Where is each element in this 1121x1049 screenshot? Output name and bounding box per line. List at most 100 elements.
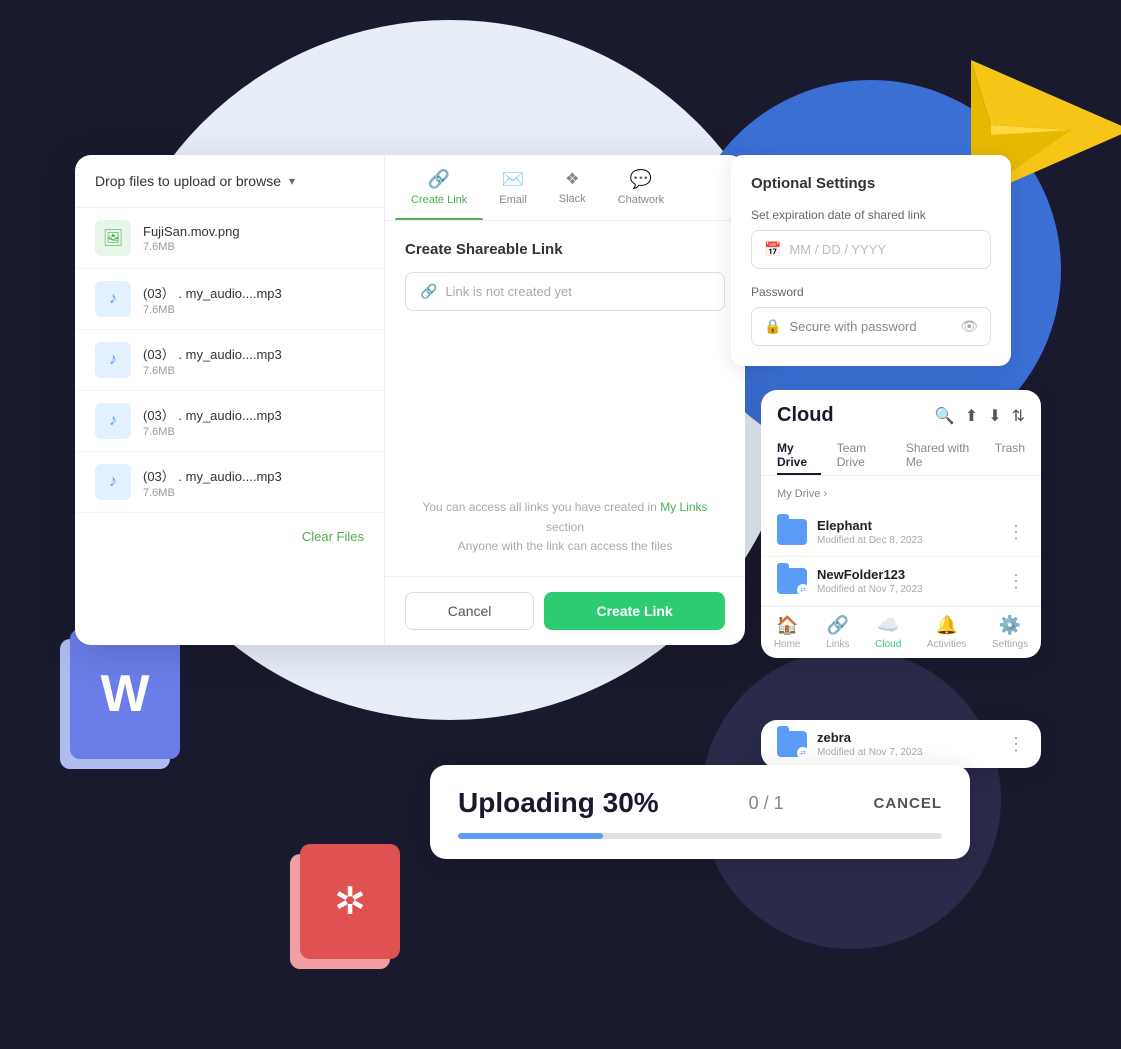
cloud-icon: ☁️ [877, 615, 899, 636]
share-badge-zebra: ⇄ [797, 747, 809, 759]
file-name-1: (03） . my_audio....mp3 [143, 283, 364, 302]
more-icon-zebra[interactable]: ⋮ [1007, 734, 1025, 755]
file-list-panel: Drop files to upload or browse ▾ 🖼 FujiS… [75, 155, 385, 645]
nav-home[interactable]: 🏠 Home [774, 615, 801, 650]
folder-item-zebra[interactable]: ⇄ zebra Modified at Nov 7, 2023 ⋮ [777, 730, 1025, 758]
file-icon-png: 🖼 [95, 220, 131, 256]
folder-item-newfolder[interactable]: ⇄ NewFolder123 Modified at Nov 7, 2023 ⋮ [761, 557, 1041, 606]
cloud-tab-team-drive[interactable]: Team Drive [837, 435, 890, 475]
file-item-3[interactable]: ♪ (03） . my_audio....mp3 7.6MB [75, 391, 384, 452]
lock-icon: 🔒 [764, 318, 781, 335]
file-icon-mp3-3: ♪ [95, 403, 131, 439]
file-info-0: FujiSan.mov.png 7.6MB [143, 224, 364, 253]
file-info-1: (03） . my_audio....mp3 7.6MB [143, 283, 364, 316]
trash-label: Trash [995, 441, 1025, 455]
my-links-link[interactable]: My Links [660, 500, 707, 514]
folder-icon-zebra: ⇄ [777, 731, 807, 757]
settings-icon: ⚙️ [999, 615, 1021, 636]
tab-slack-label: Slack [559, 193, 586, 205]
download-icon[interactable]: ⬇ [988, 406, 1001, 426]
slack-icon: ❖ [565, 169, 579, 189]
file-name-2: (03） . my_audio....mp3 [143, 344, 364, 363]
file-name-4: (03） . my_audio....mp3 [143, 466, 364, 485]
share-panel: 🔗 Create Link ✉️ Email ❖ Slack 💬 Chatwor… [385, 155, 745, 645]
activities-icon: 🔔 [935, 615, 957, 636]
clear-files-button[interactable]: Clear Files [302, 529, 364, 544]
file-info-3: (03） . my_audio....mp3 7.6MB [143, 405, 364, 438]
tab-chatwork-label: Chatwork [618, 194, 664, 206]
sort-icon[interactable]: ⇅ [1012, 406, 1025, 426]
file-item-0[interactable]: 🖼 FujiSan.mov.png 7.6MB [75, 208, 384, 269]
tab-create-link-label: Create Link [411, 194, 467, 206]
nav-home-label: Home [774, 639, 801, 650]
create-link-button[interactable]: Create Link [544, 592, 725, 630]
tab-slack[interactable]: ❖ Slack [543, 155, 602, 220]
file-size-2: 7.6MB [143, 365, 364, 377]
nav-links-label: Links [826, 639, 849, 650]
cloud-tab-trash[interactable]: Trash [995, 435, 1025, 475]
folder-date-elephant: Modified at Dec 8, 2023 [817, 535, 997, 546]
tab-create-link[interactable]: 🔗 Create Link [395, 155, 483, 220]
tab-email-label: Email [499, 194, 527, 206]
folder-name-elephant: Elephant [817, 518, 997, 533]
eye-icon[interactable]: 👁 [960, 318, 978, 335]
more-icon-newfolder[interactable]: ⋮ [1007, 571, 1025, 592]
nav-cloud[interactable]: ☁️ Cloud [875, 615, 901, 650]
optional-settings-panel: Optional Settings Set expiration date of… [731, 155, 1011, 366]
folder-info-elephant: Elephant Modified at Dec 8, 2023 [817, 518, 997, 546]
upload-cancel-button[interactable]: CANCEL [873, 795, 942, 812]
password-input[interactable]: 🔒 Secure with password 👁 [751, 307, 991, 346]
file-item-1[interactable]: ♪ (03） . my_audio....mp3 7.6MB [75, 269, 384, 330]
progress-bar [458, 833, 942, 839]
more-icon-elephant[interactable]: ⋮ [1007, 522, 1025, 543]
upload-percentage: Uploading 30% [458, 787, 659, 819]
info-line3: Anyone with the link can access the file… [458, 539, 673, 553]
nav-settings-label: Settings [992, 639, 1028, 650]
nav-activities[interactable]: 🔔 Activities [927, 615, 966, 650]
info-text: You can access all links you have create… [405, 498, 725, 556]
upload-count: 0 / 1 [749, 793, 784, 814]
password-label: Password [751, 285, 991, 299]
chevron-down-icon: ▾ [289, 174, 295, 188]
home-icon: 🏠 [776, 615, 798, 636]
nav-settings[interactable]: ⚙️ Settings [992, 615, 1028, 650]
cloud-tab-shared[interactable]: Shared with Me [906, 435, 979, 475]
email-icon: ✉️ [502, 169, 524, 190]
file-item-2[interactable]: ♪ (03） . my_audio....mp3 7.6MB [75, 330, 384, 391]
file-icon-mp3-2: ♪ [95, 342, 131, 378]
upload-icon[interactable]: ⬆ [965, 406, 978, 426]
folder-item-elephant[interactable]: Elephant Modified at Dec 8, 2023 ⋮ [761, 508, 1041, 557]
folder-icon-newfolder: ⇄ [777, 568, 807, 594]
upload-progress-panel: Uploading 30% 0 / 1 CANCEL [430, 765, 970, 859]
date-input[interactable]: 📅 MM / DD / YYYY [751, 230, 991, 269]
search-icon[interactable]: 🔍 [935, 406, 955, 426]
section-text: section [546, 520, 584, 534]
link-input-box[interactable]: 🔗 Link is not created yet [405, 272, 725, 311]
cloud-tab-my-drive[interactable]: My Drive [777, 435, 821, 475]
cloud-header: Cloud 🔍 ⬆ ⬇ ⇅ [761, 390, 1041, 435]
settings-title: Optional Settings [751, 175, 991, 192]
tab-chatwork[interactable]: 💬 Chatwork [602, 155, 680, 220]
cloud-panel-bottom: ⇄ zebra Modified at Nov 7, 2023 ⋮ [761, 720, 1041, 768]
file-name-0: FujiSan.mov.png [143, 224, 364, 239]
cancel-button[interactable]: Cancel [405, 592, 534, 630]
progress-bar-fill [458, 833, 603, 839]
tab-email[interactable]: ✉️ Email [483, 155, 543, 220]
pdf-doc-decoration: ✲ [300, 844, 400, 959]
file-info-4: (03） . my_audio....mp3 7.6MB [143, 466, 364, 499]
share-tabs: 🔗 Create Link ✉️ Email ❖ Slack 💬 Chatwor… [385, 155, 745, 221]
my-drive-label: My Drive [777, 441, 807, 469]
link-icon: 🔗 [428, 169, 450, 190]
expiration-label: Set expiration date of shared link [751, 208, 991, 222]
file-item-4[interactable]: ♪ (03） . my_audio....mp3 7.6MB [75, 452, 384, 513]
shared-label: Shared with Me [906, 441, 969, 469]
file-icon-mp3-4: ♪ [95, 464, 131, 500]
file-name-3: (03） . my_audio....mp3 [143, 405, 364, 424]
folder-name-zebra: zebra [817, 730, 997, 745]
nav-links[interactable]: 🔗 Links [826, 615, 849, 650]
date-placeholder: MM / DD / YYYY [789, 242, 886, 257]
upload-header[interactable]: Drop files to upload or browse ▾ [75, 155, 384, 208]
cloud-bottom-nav: 🏠 Home 🔗 Links ☁️ Cloud 🔔 Activities ⚙️ … [761, 606, 1041, 658]
folder-info-newfolder: NewFolder123 Modified at Nov 7, 2023 [817, 567, 997, 595]
team-drive-label: Team Drive [837, 441, 866, 469]
